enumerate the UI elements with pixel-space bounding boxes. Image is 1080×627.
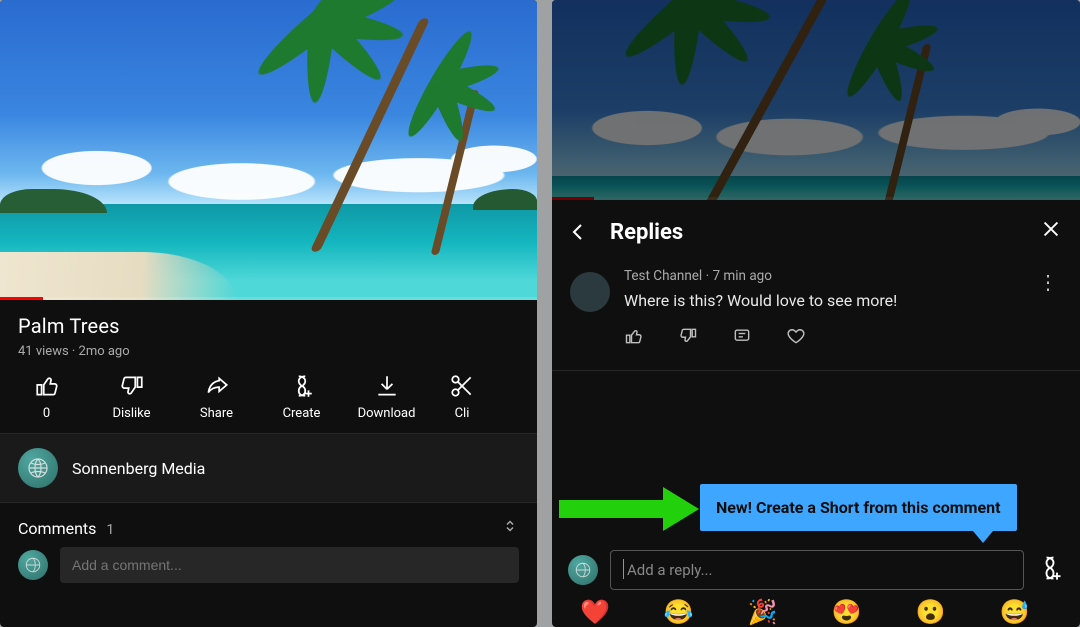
thumb-up-icon [34, 373, 60, 399]
thumb-down-icon [119, 373, 145, 399]
comment-text: Where is this? Would love to see more! [624, 290, 1020, 312]
video-player[interactable] [0, 0, 537, 300]
download-label: Download [358, 406, 416, 421]
dislike-label: Dislike [112, 406, 150, 421]
channel-row[interactable]: Sonnenberg Media [0, 433, 537, 503]
emoji-open-mouth[interactable]: 😮 [916, 598, 946, 626]
add-comment-row [0, 547, 537, 597]
reply-placeholder: Add a reply... [627, 561, 712, 579]
text-caret [623, 559, 624, 579]
comments-header[interactable]: Comments 1 [0, 503, 537, 547]
download-icon [374, 373, 400, 399]
thumb-up-icon[interactable] [624, 326, 644, 350]
video-stats: 41 views · 2mo ago [18, 344, 519, 359]
emoji-quick-row: ❤️ 😂 🎉 😍 😮 😅 [552, 598, 1080, 626]
create-button[interactable]: Create [259, 373, 344, 421]
replies-header: Replies [552, 200, 1080, 260]
close-icon[interactable] [1040, 218, 1062, 246]
screenshot-frame: Palm Trees 41 views · 2mo ago 0 Dislike [0, 0, 1080, 627]
replies-title: Replies [610, 220, 1022, 245]
video-player-dimmed[interactable] [552, 0, 1080, 200]
back-icon[interactable] [564, 220, 592, 244]
emoji-joy[interactable]: 😂 [664, 598, 694, 626]
seek-progress [0, 297, 43, 300]
like-count: 0 [43, 406, 50, 421]
heart-icon[interactable] [786, 326, 806, 350]
download-button[interactable]: Download [344, 373, 429, 421]
create-label: Create [283, 406, 321, 421]
reply-input[interactable]: Add a reply... [610, 550, 1024, 590]
channel-avatar [18, 448, 58, 488]
like-button[interactable]: 0 [4, 373, 89, 421]
reply-row: Add a reply... [552, 550, 1080, 590]
comment-item: Test Channel · 7 min ago Where is this? … [552, 260, 1080, 360]
comment-actions [624, 326, 1020, 350]
add-comment-input[interactable] [60, 547, 519, 583]
replies-panel: Replies Test Channel · 7 min ago Where i… [552, 0, 1080, 627]
emoji-heart[interactable]: ❤️ [580, 598, 610, 626]
commenter-avatar[interactable] [570, 272, 610, 312]
video-meta: Palm Trees 41 views · 2mo ago [0, 300, 537, 363]
dislike-button[interactable]: Dislike [89, 373, 174, 421]
comments-label: Comments [18, 519, 96, 538]
create-short-from-comment-button[interactable] [1036, 554, 1064, 586]
feature-tooltip: New! Create a Short from this comment [700, 484, 1017, 531]
action-row: 0 Dislike Share Create [0, 363, 537, 433]
emoji-sweat-smile[interactable]: 😅 [999, 598, 1029, 626]
comment-author[interactable]: Test Channel [624, 268, 702, 284]
emoji-hearts-eyes[interactable]: 😍 [832, 598, 862, 626]
clip-label: Cli [455, 406, 470, 421]
seek-track[interactable] [0, 297, 537, 300]
user-avatar [18, 550, 48, 580]
channel-name: Sonnenberg Media [72, 459, 205, 478]
sort-toggle-icon[interactable] [501, 517, 519, 539]
comment-time: 7 min ago [712, 268, 771, 284]
user-avatar [568, 555, 598, 585]
comments-count: 1 [106, 522, 114, 538]
annotation-arrow-icon [559, 489, 703, 529]
share-icon [204, 373, 230, 399]
kebab-menu-icon[interactable]: ⋮ [1034, 268, 1062, 350]
video-title[interactable]: Palm Trees [18, 314, 120, 338]
clip-button[interactable]: Cli [429, 373, 495, 421]
watch-panel: Palm Trees 41 views · 2mo ago 0 Dislike [0, 0, 537, 627]
scissors-icon [449, 373, 475, 399]
emoji-party[interactable]: 🎉 [748, 598, 778, 626]
comment-meta: Test Channel · 7 min ago [624, 268, 1020, 284]
share-button[interactable]: Share [174, 373, 259, 421]
create-short-icon [289, 373, 315, 399]
dim-overlay [552, 0, 1080, 200]
share-label: Share [200, 406, 233, 421]
tooltip-text: New! Create a Short from this comment [700, 484, 1017, 531]
reply-icon[interactable] [732, 326, 752, 350]
thumb-down-icon[interactable] [678, 326, 698, 350]
divider [552, 370, 1080, 371]
